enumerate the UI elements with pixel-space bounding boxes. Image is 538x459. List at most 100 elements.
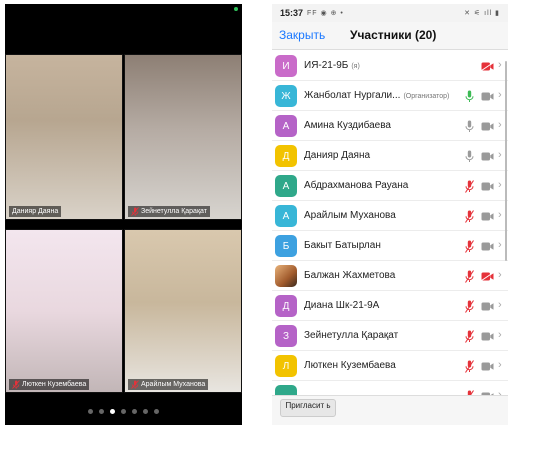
video-tile-label: Арайлым Муханова [128,379,209,390]
status-bar: 15:37 FF ◉ ⊕ • ✕ ⚟ ıll ▮ [272,4,508,22]
participant-row[interactable]: З Зейнетулла Қарақат › [272,321,508,351]
avatar: А [275,175,297,197]
chevron-right-icon: › [498,299,502,311]
page-dot[interactable] [132,409,137,414]
chevron-right-icon: › [498,209,502,221]
avatar: А [275,205,297,227]
microphone-icon [465,90,474,102]
participant-row[interactable]: А Абдрахманова Рауана › [272,171,508,201]
participants-screen: 15:37 FF ◉ ⊕ • ✕ ⚟ ıll ▮ Закрыть Участни… [272,4,508,425]
video-tile-name: Люткен Кузембаева [22,381,87,388]
chevron-right-icon: › [498,89,502,101]
participants-list[interactable]: И ИЯ-21-9Б (я) › Ж Жанболат Нургали... (Органи… [272,50,508,395]
avatar [275,385,297,395]
microphone-icon [465,150,474,162]
video-top-strip [5,4,242,54]
participant-name: ИЯ-21-9Б (я) [304,60,360,71]
camera-icon [481,302,494,311]
page-dot[interactable] [143,409,148,414]
camera-icon [481,152,494,161]
page-indicator[interactable] [5,408,242,416]
chevron-right-icon: › [498,149,502,161]
camera-icon [481,212,494,221]
avatar: Л [275,355,297,377]
page-title: Участники (20) [350,28,437,42]
screenshot-root: Данияр Даяна Зейнетулла Қарақат Люткен К… [0,0,538,459]
participant-name: Люткен Кузембаева [304,360,396,371]
microphone-muted-icon [12,380,20,389]
page-dot[interactable] [154,409,159,414]
participant-row[interactable]: › [272,381,508,395]
participant-name: Абдрахманова Рауана [304,180,409,191]
participant-row[interactable]: Д Диана Шк-21-9А › [272,291,508,321]
microphone-muted-icon [465,270,474,283]
camera-icon [481,182,494,191]
chevron-right-icon: › [498,59,502,71]
participant-tag: (я) [351,63,360,70]
video-tile-name: Зейнетулла Қарақат [141,208,207,215]
avatar: Б [275,235,297,257]
microphone-muted-icon [131,207,139,216]
chevron-right-icon: › [498,329,502,341]
video-tile-label: Зейнетулла Қарақат [128,206,210,217]
status-notification-icons: FF ◉ ⊕ • [307,10,344,17]
participant-name: Зейнетулла Қарақат [304,330,399,341]
video-feed [125,230,241,392]
camera-off-icon [481,272,494,281]
camera-icon [481,362,494,371]
participant-name: Арайлым Муханова [304,210,396,221]
video-tile[interactable]: Люткен Кузембаева [5,229,123,393]
avatar: Д [275,145,297,167]
video-tile[interactable]: Зейнетулла Қарақат [124,54,242,220]
participant-row[interactable]: Д Данияр Даяна › [272,141,508,171]
participant-name: Бакыт Батырлан [304,240,381,251]
participant-row[interactable]: Ж Жанболат Нургали... (Организатор) › [272,81,508,111]
participant-row[interactable]: Л Люткен Кузембаева › [272,351,508,381]
chevron-right-icon: › [498,119,502,131]
avatar: Ж [275,85,297,107]
participant-row[interactable]: И ИЯ-21-9Б (я) › [272,51,508,81]
camera-icon [481,122,494,131]
participant-name: Диана Шк-21-9А [304,300,380,311]
close-button[interactable]: Закрыть [279,28,325,42]
page-dot[interactable] [110,409,115,414]
avatar: З [275,325,297,347]
camera-indicator-icon [234,7,238,11]
camera-icon [481,332,494,341]
video-tile[interactable]: Арайлым Муханова [124,229,242,393]
microphone-muted-icon [465,360,474,373]
avatar: А [275,115,297,137]
chevron-right-icon: › [498,359,502,371]
chevron-right-icon: › [498,269,502,281]
participant-row[interactable]: А Арайлым Муханова › [272,201,508,231]
participant-row[interactable]: Б Бакыт Батырлан › [272,231,508,261]
status-time: 15:37 [280,8,304,18]
microphone-muted-icon [465,180,474,193]
page-dot[interactable] [88,409,93,414]
camera-icon [481,92,494,101]
video-feed [6,55,122,219]
participant-row[interactable]: Балжан Жахметова › [272,261,508,291]
scrollbar[interactable] [505,61,507,261]
video-tile-label: Люткен Кузембаева [9,379,90,390]
participant-tag: (Организатор) [403,93,450,100]
page-dot[interactable] [99,409,104,414]
page-dot[interactable] [121,409,126,414]
chevron-right-icon: › [498,179,502,191]
invite-button[interactable]: Пригласит ь [280,399,336,417]
participant-name: Амина Куздибаева [304,120,391,131]
avatar: И [275,55,297,77]
video-feed [6,230,122,392]
microphone-muted-icon [131,380,139,389]
status-system-icons: ✕ ⚟ ıll ▮ [464,10,500,17]
participant-row[interactable]: А Амина Куздибаева › [272,111,508,141]
microphone-icon [465,120,474,132]
camera-icon [481,242,494,251]
video-feed [125,55,241,219]
microphone-muted-icon [465,300,474,313]
participant-name: Данияр Даяна [304,150,371,161]
microphone-muted-icon [465,210,474,223]
camera-off-icon [481,62,494,71]
video-tile[interactable]: Данияр Даяна [5,54,123,220]
video-tile-name: Арайлым Муханова [141,381,206,388]
